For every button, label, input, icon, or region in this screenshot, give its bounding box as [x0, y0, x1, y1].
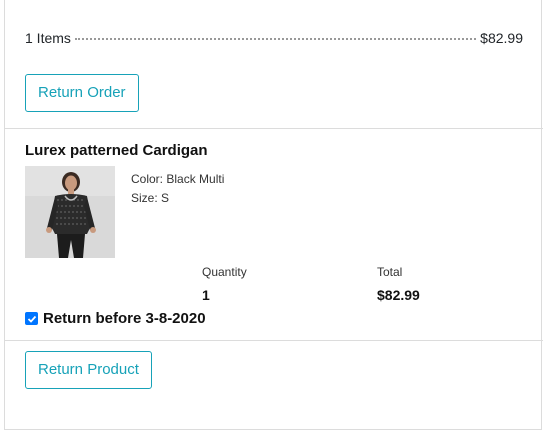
product-name: Lurex patterned Cardigan: [25, 142, 208, 159]
check-icon[interactable]: [25, 312, 38, 325]
divider: [5, 340, 543, 341]
product-color: Color: Black Multi: [131, 172, 225, 186]
order-total: $82.99: [480, 30, 523, 46]
order-card: 1 Items $82.99 Return Order Lurex patter…: [4, 0, 543, 430]
return-product-button[interactable]: Return Product: [25, 351, 152, 389]
quantity-label: Quantity: [202, 265, 247, 279]
return-order-button[interactable]: Return Order: [25, 74, 139, 112]
quantity-value: 1: [202, 287, 210, 303]
product-size: Size: S: [131, 191, 170, 205]
items-count: 1 Items: [25, 30, 71, 46]
product-photo: [25, 166, 115, 258]
dotted-leader: [74, 38, 477, 40]
total-label: Total: [377, 265, 403, 279]
product-image: [25, 166, 115, 258]
return-deadline-label: Return before 3-8-2020: [43, 310, 206, 327]
order-summary-row: 1 Items $82.99: [25, 30, 523, 50]
total-value: $82.99: [377, 287, 420, 303]
return-deadline-checkbox[interactable]: Return before 3-8-2020: [25, 310, 206, 327]
divider: [5, 128, 543, 129]
